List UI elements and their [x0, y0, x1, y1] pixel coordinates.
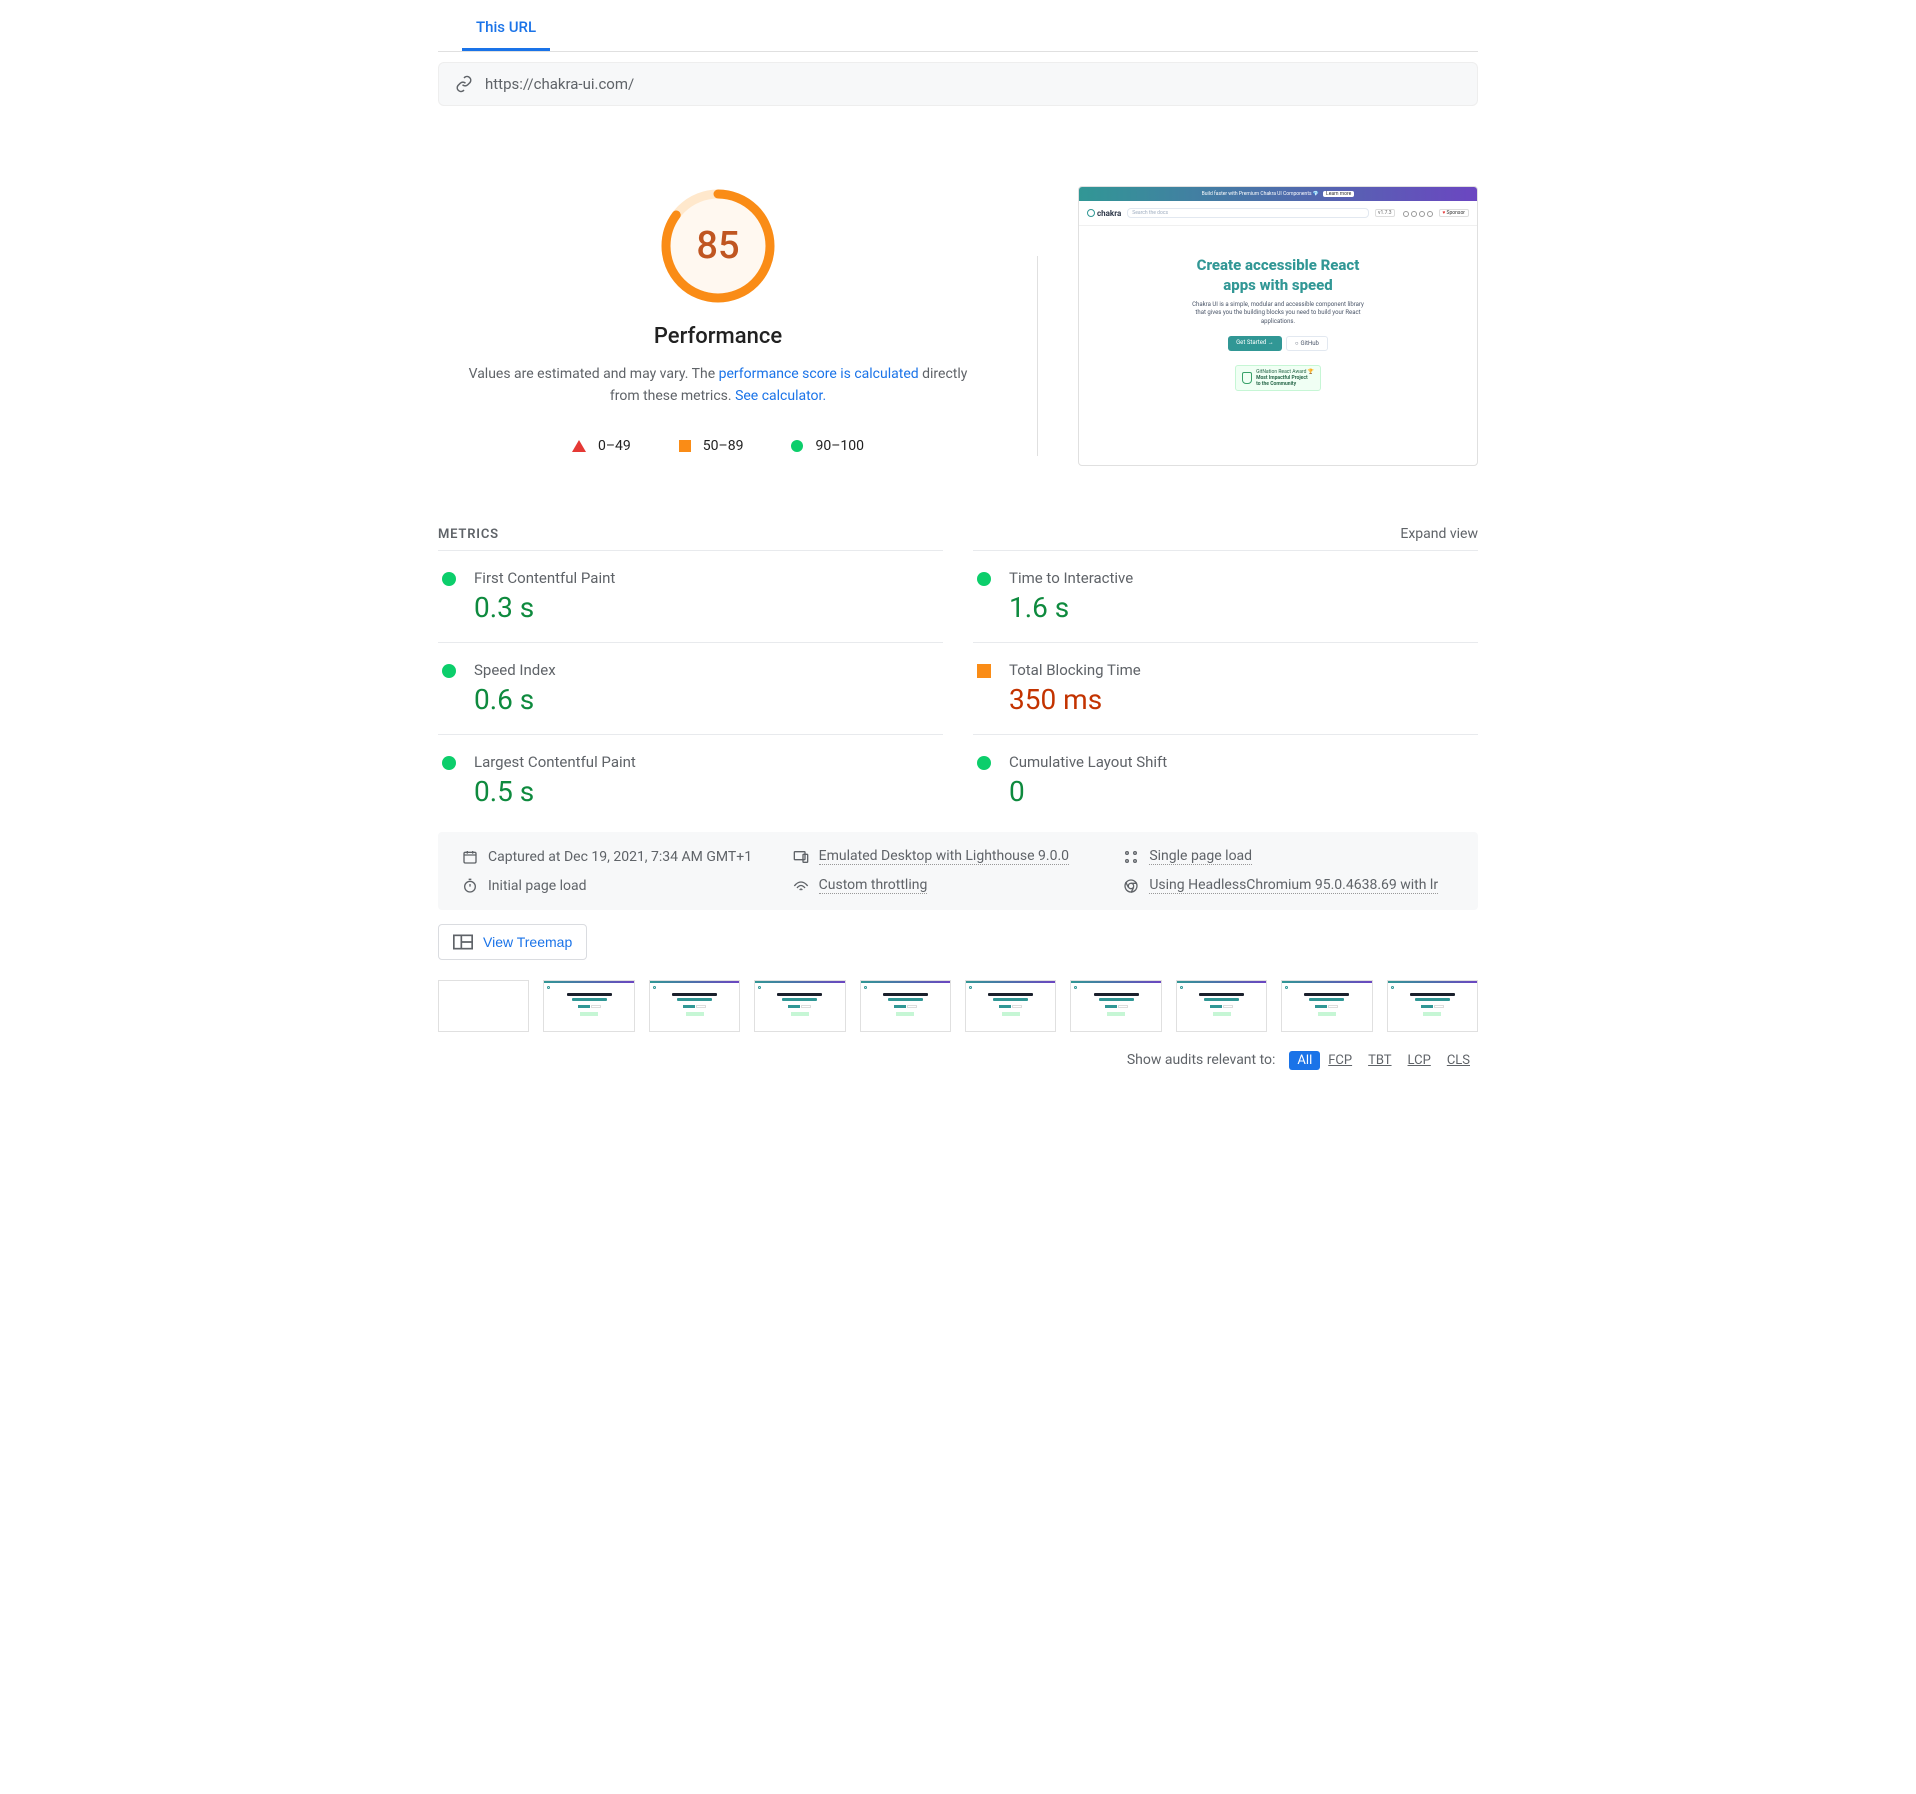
metric-row: Time to Interactive 1.6 s	[973, 550, 1478, 642]
status-icon	[977, 664, 991, 678]
filter-chip-fcp[interactable]: FCP	[1320, 1051, 1360, 1070]
env-single[interactable]: Single page load	[1149, 848, 1252, 865]
metric-row: Cumulative Layout Shift 0	[973, 734, 1478, 826]
treemap-icon	[453, 934, 473, 950]
env-initial: Initial page load	[488, 878, 587, 894]
filter-label: Show audits relevant to:	[1127, 1052, 1276, 1068]
metric-value: 0.3 s	[474, 591, 615, 624]
tab-this-url[interactable]: This URL	[462, 10, 550, 51]
filter-chip-cls[interactable]: CLS	[1439, 1051, 1478, 1070]
metric-row: First Contentful Paint 0.3 s	[438, 550, 943, 642]
circle-icon	[791, 440, 803, 452]
score-column: 85 Performance Values are estimated and …	[438, 186, 998, 466]
filter-chip-tbt[interactable]: TBT	[1360, 1051, 1399, 1070]
metric-label: Largest Contentful Paint	[474, 753, 636, 771]
filmstrip-thumb[interactable]	[860, 980, 951, 1032]
status-icon	[442, 756, 456, 770]
filmstrip-thumb[interactable]	[1176, 980, 1267, 1032]
filmstrip-thumb[interactable]	[965, 980, 1056, 1032]
metrics-heading: METRICS	[438, 527, 499, 542]
metric-label: Time to Interactive	[1009, 569, 1133, 587]
metric-row: Largest Contentful Paint 0.5 s	[438, 734, 943, 826]
filmstrip-thumb[interactable]	[1070, 980, 1161, 1032]
metric-label: First Contentful Paint	[474, 569, 615, 587]
performance-gauge: 85	[658, 186, 778, 306]
metrics-grid: First Contentful Paint 0.3 s Time to Inter…	[438, 550, 1478, 826]
metric-value: 350 ms	[1009, 683, 1141, 716]
calendar-icon	[462, 849, 478, 865]
audit-filter: Show audits relevant to: AllFCPTBTLCPCLS	[438, 1052, 1478, 1088]
status-icon	[977, 756, 991, 770]
preview-search: Search the docs	[1127, 208, 1369, 218]
status-icon	[977, 572, 991, 586]
stopwatch-icon	[462, 878, 478, 894]
metric-label: Cumulative Layout Shift	[1009, 753, 1167, 771]
metric-row: Speed Index 0.6 s	[438, 642, 943, 734]
status-icon	[442, 664, 456, 678]
network-icon	[793, 878, 809, 894]
environment-info: Captured at Dec 19, 2021, 7:34 AM GMT+1 …	[438, 832, 1478, 910]
filter-chip-lcp[interactable]: LCP	[1400, 1051, 1439, 1070]
filmstrip-thumb[interactable]	[1281, 980, 1372, 1032]
metric-value: 0	[1009, 775, 1167, 808]
square-icon	[679, 440, 691, 452]
devices-icon	[793, 849, 809, 865]
metric-label: Total Blocking Time	[1009, 661, 1141, 679]
env-throttling[interactable]: Custom throttling	[819, 877, 928, 894]
filmstrip-thumb[interactable]	[1387, 980, 1478, 1032]
metric-value: 0.5 s	[474, 775, 636, 808]
env-emulated[interactable]: Emulated Desktop with Lighthouse 9.0.0	[819, 848, 1069, 865]
env-captured: Captured at Dec 19, 2021, 7:34 AM GMT+1	[488, 849, 752, 865]
filter-chip-all[interactable]: All	[1289, 1051, 1320, 1070]
filmstrip-thumb[interactable]	[754, 980, 845, 1032]
score-description: Values are estimated and may vary. The p…	[438, 363, 998, 408]
preview-logo: chakra	[1087, 209, 1121, 218]
link-performance-score[interactable]: performance score is calculated	[719, 366, 919, 382]
score-title: Performance	[438, 324, 998, 349]
status-icon	[442, 572, 456, 586]
page-preview: Build faster with Premium Chakra UI Comp…	[1078, 186, 1478, 466]
metric-value: 1.6 s	[1009, 591, 1133, 624]
score-legend: 0–49 50–89 90–100	[438, 438, 998, 454]
link-see-calculator[interactable]: See calculator.	[735, 388, 826, 404]
metric-row: Total Blocking Time 350 ms	[973, 642, 1478, 734]
score-value: 85	[658, 186, 778, 306]
samples-icon	[1123, 849, 1139, 865]
view-treemap-button[interactable]: View Treemap	[438, 924, 587, 960]
filmstrip-thumb[interactable]	[438, 980, 529, 1032]
triangle-icon	[572, 440, 586, 452]
tabs: This URL	[438, 0, 1478, 52]
link-icon	[455, 75, 473, 93]
chrome-icon	[1123, 878, 1139, 894]
filmstrip-thumb[interactable]	[543, 980, 634, 1032]
url-text: https://chakra-ui.com/	[485, 75, 634, 93]
metric-value: 0.6 s	[474, 683, 556, 716]
filmstrip-thumb[interactable]	[649, 980, 740, 1032]
filmstrip	[438, 980, 1478, 1032]
url-bar: https://chakra-ui.com/	[438, 62, 1478, 106]
expand-view-link[interactable]: Expand view	[1400, 526, 1478, 542]
metric-label: Speed Index	[474, 661, 556, 679]
env-browser[interactable]: Using HeadlessChromium 95.0.4638.69 with…	[1149, 877, 1438, 894]
